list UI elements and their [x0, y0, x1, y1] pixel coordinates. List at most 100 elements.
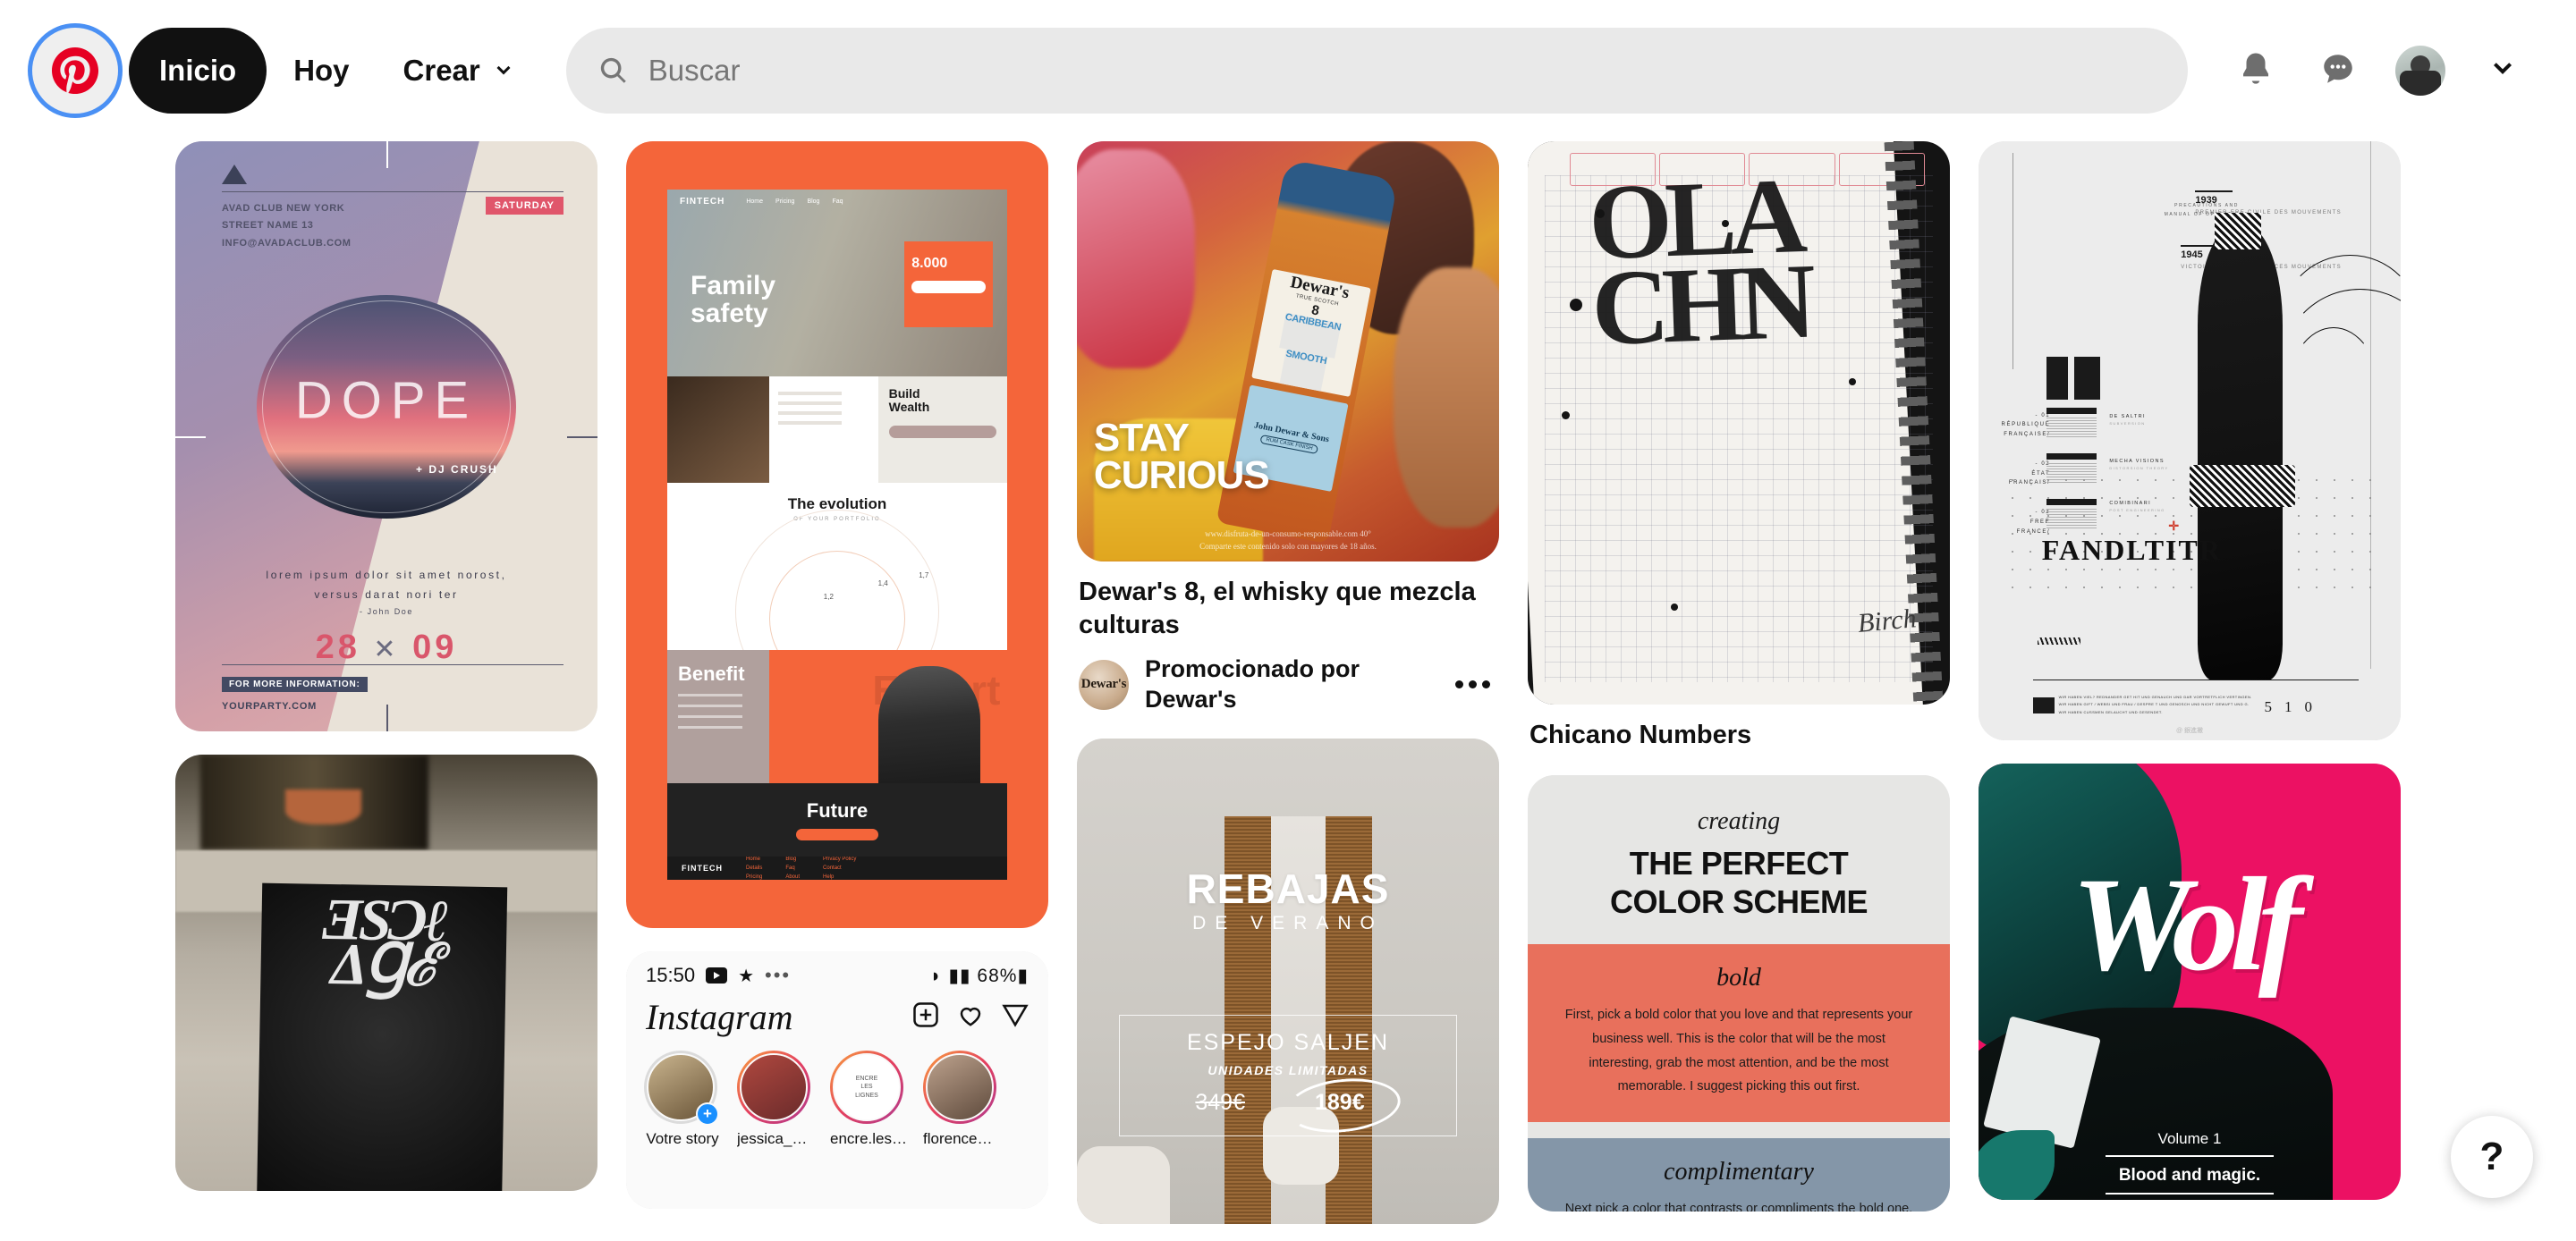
cs-band-text: First, pick a bold color that you love a… [1564, 1008, 1913, 1094]
pin-card-dewars-promoted[interactable]: Dewar's TRUE SCOTCH 8 CARIBBEAN SMOOTH J… [1077, 141, 1499, 715]
promoter-name: Dewar's [1145, 685, 1237, 713]
search-icon [598, 55, 629, 86]
dewars-legal-l1: www.disfruta-de-un-consumo-responsable.c… [1205, 529, 1371, 538]
add-story-icon[interactable]: + [696, 1102, 719, 1126]
chicano-signature: Birch [1856, 604, 1918, 639]
pin-image[interactable]: ƎSƆℓ ΔꞬℰ [175, 755, 597, 1191]
sidebar-item-hoy[interactable]: Hoy [267, 28, 376, 114]
messages-button[interactable] [2297, 30, 2379, 112]
wolf-title: Wolf [2071, 850, 2303, 1000]
add-post-icon[interactable] [912, 1001, 939, 1033]
cs-band-label: complimentary [1664, 1158, 1814, 1186]
fintech-hero-l2: safety [691, 299, 768, 329]
promoter-avatar[interactable]: Dewar's [1079, 659, 1129, 710]
grid-column-1: AVAD CLUB NEW YORK STREET NAME 13 INFO@A… [175, 141, 597, 1214]
pin-image[interactable]: 15:50 ★ ••• ◗ ▮▮ 68%▮ Instagram + Votre … [626, 951, 1048, 1209]
promoted-by-label: Promocionado por [1145, 655, 1360, 683]
fintech-val-1: 1,4 [877, 579, 888, 588]
pin-card-rebajas[interactable]: REBAJAS DE VERANO ESPEJO SALJEN UNIDADES… [1077, 738, 1499, 1224]
pin-image[interactable]: 1939 PREMIER ERE CIVILE DES MOUVEMENTS 1… [1979, 141, 2401, 740]
instagram-app-screenshot: 15:50 ★ ••• ◗ ▮▮ 68%▮ Instagram + Votre … [626, 951, 1048, 1209]
instagram-stories-row: + Votre story jessica_bras... ENCRELESLI… [626, 1047, 1048, 1148]
rebajas-offer-box: ESPEJO SALJEN UNIDADES LIMITADAS 349€ 18… [1119, 1015, 1457, 1136]
pin-image[interactable]: Dewar's TRUE SCOTCH 8 CARIBBEAN SMOOTH J… [1077, 141, 1499, 561]
bell-icon [2237, 50, 2275, 92]
fintech-footlink-6: Privacy Policy [823, 857, 857, 862]
account-menu-button[interactable] [2462, 30, 2544, 112]
dope-info-label: FOR MORE INFORMATION: [222, 677, 368, 692]
fintech-footlink-5: About [785, 874, 801, 880]
pin-image[interactable]: REBAJAS DE VERANO ESPEJO SALJEN UNIDADES… [1077, 738, 1499, 1224]
rebajas-subtitle: DE VERANO [1192, 913, 1384, 934]
pin-image[interactable]: FINTECH Home Pricing Blog Faq Family saf… [626, 141, 1048, 928]
pin-image[interactable]: AVAD CLUB NEW YORK STREET NAME 13 INFO@A… [175, 141, 597, 731]
sidebar-item-inicio[interactable]: Inicio [129, 28, 267, 114]
fandltitr-annot1-label: MECHA VISIONS [2109, 459, 2165, 465]
story-item[interactable]: jessica_bras... [737, 1051, 814, 1148]
fintech-footer-brand: FINTECH [682, 864, 723, 873]
status-battery: ◗ ▮▮ 68%▮ [929, 965, 1029, 986]
wolf-comic-cover: Wolf Volume 1 Blood and magic. [1979, 764, 2401, 1200]
dope-date-day: 28 [315, 628, 360, 666]
fandltitr-footer-numbers: 510 [2265, 698, 2326, 716]
dewars-bottle-age: 8 [1309, 302, 1320, 319]
heart-icon[interactable] [957, 1001, 984, 1033]
pin-card-fintech-landing[interactable]: FINTECH Home Pricing Blog Faq Family saf… [626, 141, 1048, 928]
pin-card-dope-poster[interactable]: AVAD CLUB NEW YORK STREET NAME 13 INFO@A… [175, 141, 597, 731]
dewars-overlay-l2: CURIOUS [1093, 453, 1270, 498]
dope-url: YOURPARTY.COM [222, 701, 318, 712]
pin-card-fandltitr[interactable]: 1939 PREMIER ERE CIVILE DES MOUVEMENTS 1… [1979, 141, 2401, 740]
cs-band-label: bold [1716, 964, 1761, 992]
story-item[interactable]: florence02le... [923, 1051, 1000, 1148]
fintech-val-2: 1,7 [919, 571, 929, 580]
pin-card-color-scheme[interactable]: creating THE PERFECT COLOR SCHEME bold F… [1528, 775, 1950, 1212]
fandltitr-sec0-num: - 01 [2035, 412, 2051, 418]
status-time: 15:50 [646, 964, 696, 986]
pin-card-wolf[interactable]: Wolf Volume 1 Blood and magic. [1979, 764, 2401, 1200]
crosshair-icon: ✛ [2168, 519, 2180, 534]
fintech-nav-3: Faq [832, 198, 843, 205]
dope-club: AVAD CLUB NEW YORK [222, 203, 345, 214]
pin-image[interactable]: creating THE PERFECT COLOR SCHEME bold F… [1528, 775, 1950, 1212]
pin-image[interactable]: Wolf Volume 1 Blood and magic. [1979, 764, 2401, 1200]
dope-email: INFO@AVADACLUB.COM [222, 237, 352, 249]
fintech-hero-l1: Family [691, 270, 776, 300]
sidebar-item-crear[interactable]: Crear [377, 28, 541, 114]
phone-status-bar: 15:50 ★ ••• ◗ ▮▮ 68%▮ [626, 951, 1048, 992]
grid-column-2: FINTECH Home Pricing Blog Faq Family saf… [626, 141, 1048, 1232]
fandltitr-title: FANDLTITR [2041, 533, 2222, 566]
fintech-val-0: 1,2 [823, 593, 834, 602]
rebajas-ad-image: REBAJAS DE VERANO ESPEJO SALJEN UNIDADES… [1077, 738, 1499, 1224]
help-button[interactable]: ? [2451, 1116, 2533, 1198]
direct-message-icon[interactable] [1002, 1001, 1029, 1033]
chicano-lettering: OLACHN [1586, 155, 1811, 367]
nav-label-crear: Crear [402, 54, 480, 87]
grid-column-5: 1939 PREMIER ERE CIVILE DES MOUVEMENTS 1… [1979, 141, 2401, 1223]
pin-card-chicano-numbers[interactable]: OLACHN Birch Chicano Numbers [1528, 141, 1950, 752]
cs-title-l2: COLOR SCHEME [1609, 882, 1868, 920]
pin-card-street-calligraphy[interactable]: ƎSƆℓ ΔꞬℰ [175, 755, 597, 1191]
cs-title: THE PERFECT COLOR SCHEME [1546, 845, 1932, 921]
dope-author: - John Doe [359, 607, 414, 617]
rebajas-price-old: 349€ [1195, 1090, 1245, 1116]
pin-promoted-credit: Dewar's Promocionado por Dewar's [1077, 654, 1499, 715]
notifications-button[interactable] [2215, 30, 2297, 112]
fandltitr-num2: 10 [2284, 698, 2326, 716]
rebajas-title: REBAJAS [1186, 865, 1390, 912]
top-navigation-bar: Inicio Hoy Crear Buscar [0, 0, 2576, 141]
pin-image[interactable]: OLACHN Birch [1528, 141, 1950, 705]
account-button[interactable] [2379, 30, 2462, 112]
pin-card-instagram-screenshot[interactable]: 15:50 ★ ••• ◗ ▮▮ 68%▮ Instagram + Votre … [626, 951, 1048, 1209]
fandltitr-annot1-sub: DISTORSION THEORY [2109, 466, 2169, 471]
wifi-icon: ◗ [929, 965, 943, 986]
pinterest-logo-button[interactable] [32, 28, 118, 114]
dewars-legal: www.disfruta-de-un-consumo-responsable.c… [1077, 528, 1499, 553]
fandltitr-header-l1: PRECAUTIONS AND [2174, 203, 2239, 208]
more-options-icon[interactable] [1447, 660, 1497, 710]
search-input[interactable]: Buscar [648, 54, 741, 88]
wolf-volume: Volume 1 [2157, 1130, 2222, 1147]
search-bar[interactable]: Buscar [565, 28, 2188, 114]
story-item[interactable]: ENCRELESLIGNES encre.les.lign... [830, 1051, 907, 1148]
cs-script: creating [1697, 807, 1781, 836]
story-item[interactable]: + Votre story [644, 1051, 721, 1148]
